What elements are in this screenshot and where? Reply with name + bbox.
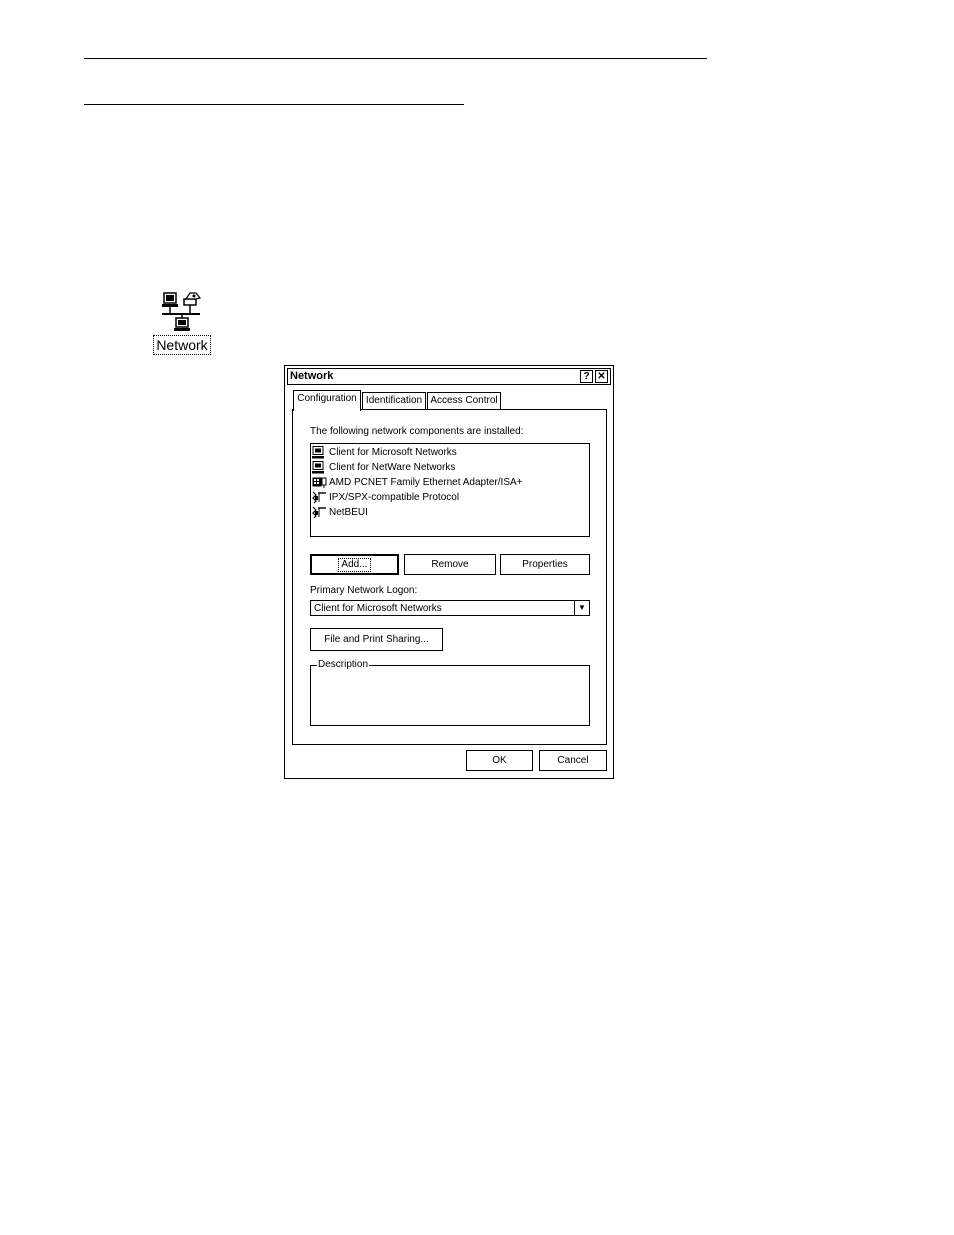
add-button-label: Add...	[338, 558, 371, 572]
ok-button[interactable]: OK	[466, 750, 533, 771]
help-button[interactable]: ?	[580, 370, 593, 383]
components-list[interactable]: Client for Microsoft Networks Client for…	[310, 443, 590, 537]
list-item-label: NetBEUI	[329, 507, 368, 518]
list-item[interactable]: AMD PCNET Family Ethernet Adapter/ISA+	[312, 475, 523, 490]
list-item-label: AMD PCNET Family Ethernet Adapter/ISA+	[329, 477, 523, 488]
file-print-sharing-label: File and Print Sharing...	[324, 634, 429, 645]
configuration-panel: The following network components are ins…	[292, 409, 607, 745]
client-computer-icon	[312, 461, 324, 474]
desktop-network-label: Network	[153, 335, 211, 355]
list-item[interactable]: Client for Microsoft Networks	[312, 445, 457, 460]
protocol-icon	[312, 491, 326, 504]
installed-components-label: The following network components are ins…	[310, 426, 524, 437]
primary-logon-select[interactable]: Client for Microsoft Networks ▼	[310, 600, 590, 616]
dialog-title: Network	[290, 370, 334, 382]
network-dialog: Network ? ✕ Configuration Identification…	[284, 365, 614, 779]
network-neighborhood-icon	[162, 292, 202, 331]
desktop-network-icon[interactable]: Network	[150, 290, 214, 355]
tab-access-control[interactable]: Access Control	[427, 392, 501, 409]
add-button[interactable]: Add...	[310, 554, 399, 575]
primary-logon-label: Primary Network Logon:	[310, 585, 418, 596]
description-group: Description	[310, 659, 590, 726]
subheader-rule	[84, 104, 464, 105]
list-item-label: Client for NetWare Networks	[329, 462, 456, 473]
chevron-down-icon[interactable]: ▼	[574, 601, 589, 615]
list-item-label: Client for Microsoft Networks	[329, 447, 457, 458]
close-button[interactable]: ✕	[595, 370, 608, 383]
network-adapter-icon	[312, 477, 327, 488]
primary-logon-value: Client for Microsoft Networks	[314, 603, 442, 614]
list-item[interactable]: IPX/SPX-compatible Protocol	[312, 490, 459, 505]
description-legend: Description	[317, 659, 370, 671]
tab-identification[interactable]: Identification	[362, 392, 426, 409]
file-print-sharing-button[interactable]: File and Print Sharing...	[310, 628, 443, 651]
cancel-button[interactable]: Cancel	[539, 750, 607, 771]
list-item-label: IPX/SPX-compatible Protocol	[329, 492, 460, 503]
properties-button-label: Properties	[522, 558, 568, 570]
cancel-button-label: Cancel	[557, 754, 589, 766]
tab-configuration[interactable]: Configuration	[293, 390, 361, 411]
remove-button[interactable]: Remove	[404, 554, 496, 575]
header-rule	[84, 58, 707, 59]
list-item[interactable]: NetBEUI	[312, 505, 368, 520]
ok-button-label: OK	[492, 754, 507, 766]
list-item[interactable]: Client for NetWare Networks	[312, 460, 455, 475]
protocol-icon	[312, 506, 326, 519]
remove-button-label: Remove	[431, 558, 469, 570]
dialog-titlebar[interactable]: Network ? ✕	[287, 368, 611, 385]
client-computer-icon	[312, 446, 324, 459]
properties-button[interactable]: Properties	[500, 554, 590, 575]
